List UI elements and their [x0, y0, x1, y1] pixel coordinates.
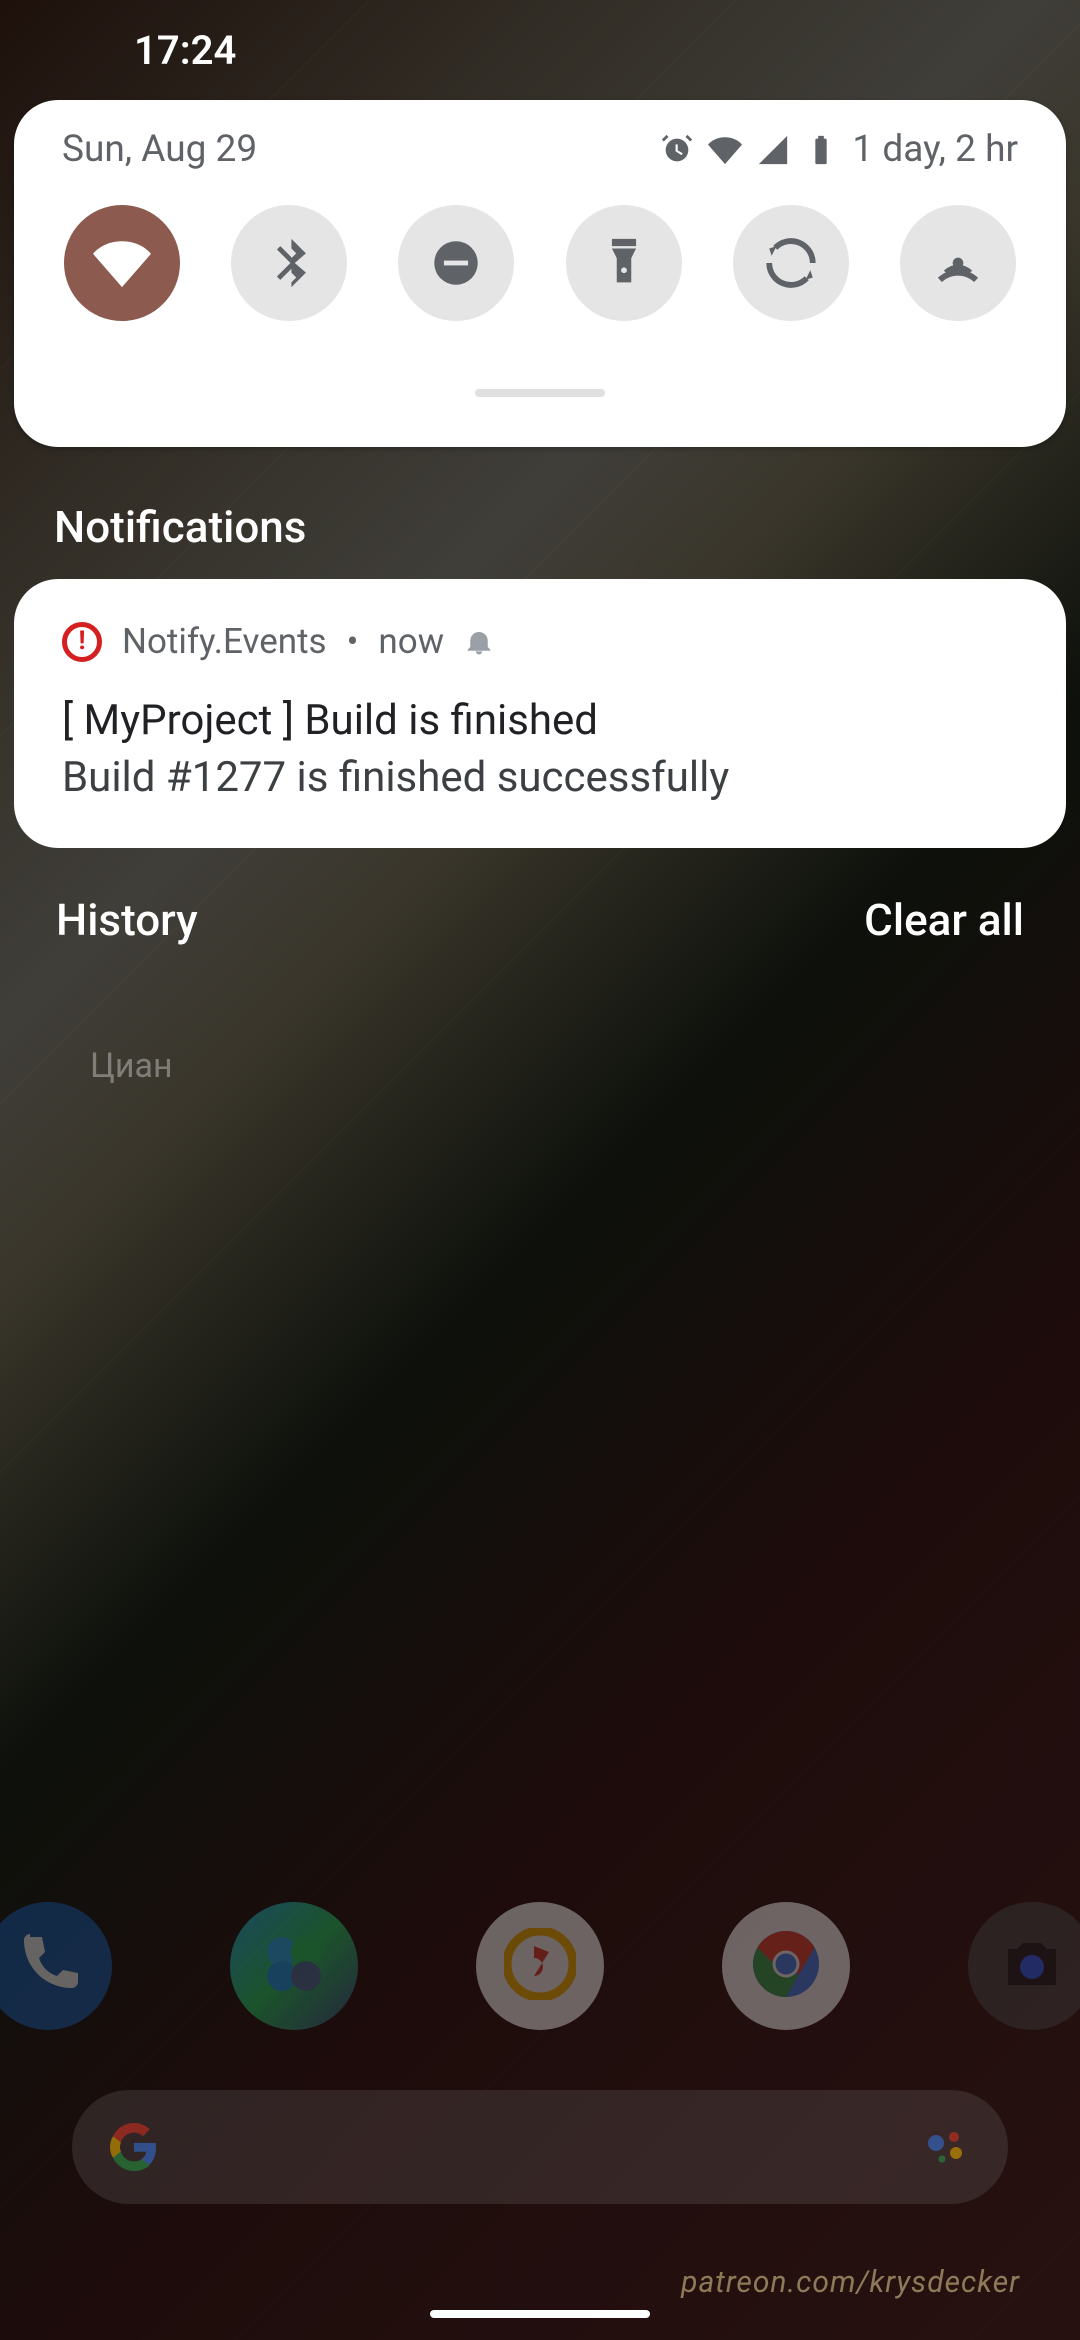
home-app-label: Циан [90, 1046, 173, 1086]
cell-signal-icon [756, 133, 790, 167]
qs-tile-dnd[interactable] [398, 205, 514, 321]
notifications-header: Notifications [0, 447, 1080, 579]
qs-drag-handle[interactable] [475, 389, 605, 397]
separator-dot: • [347, 621, 359, 662]
phone-icon [12, 1928, 84, 2004]
notification-title: [ MyProject ] Build is finished [62, 696, 1018, 745]
wifi-status-icon [708, 133, 742, 167]
camera-icon [996, 1928, 1068, 2004]
dock-camera[interactable] [968, 1902, 1080, 2030]
notification-app-name: Notify.Events [122, 621, 327, 662]
dock-chrome[interactable] [722, 1902, 850, 2030]
dnd-icon [427, 234, 485, 292]
qs-tile-row [54, 201, 1026, 321]
wallpaper-watermark: patreon.com/krysdecker [681, 2265, 1020, 2300]
bluetooth-icon [260, 234, 318, 292]
wifi-icon [93, 234, 151, 292]
clear-all-button[interactable]: Clear all [864, 894, 1024, 946]
battery-text: 1 day, 2 hr [852, 128, 1018, 171]
qs-header: Sun, Aug 29 1 day, 2 hr [54, 128, 1026, 201]
history-button[interactable]: History [56, 894, 198, 946]
google-search-bar[interactable] [72, 2090, 1008, 2204]
notification-card[interactable]: Notify.Events • now [ MyProject ] Build … [14, 579, 1066, 848]
qs-tile-wifi[interactable] [64, 205, 180, 321]
qs-status-icons: 1 day, 2 hr [660, 128, 1018, 171]
dock-phone[interactable] [0, 1902, 112, 2030]
notification-app-icon [62, 622, 102, 662]
music-icon [504, 1928, 576, 2004]
qs-tile-bluetooth[interactable] [231, 205, 347, 321]
dock-music[interactable] [476, 1902, 604, 2030]
battery-icon [804, 133, 838, 167]
flashlight-icon [595, 234, 653, 292]
google-logo-icon [110, 2123, 158, 2171]
quick-settings-panel[interactable]: Sun, Aug 29 1 day, 2 hr [14, 100, 1066, 447]
folder-icon [258, 1928, 330, 2004]
notification-time: now [378, 621, 444, 662]
autorotate-icon [762, 234, 820, 292]
watermark-text: patreon.com/krysdecker [681, 2265, 1020, 2300]
notification-body: Build #1277 is finished successfully [62, 753, 1018, 802]
status-time: 17:24 [134, 27, 236, 74]
hotspot-icon [929, 234, 987, 292]
qs-date: Sun, Aug 29 [62, 128, 257, 171]
gesture-nav-bar[interactable] [430, 2310, 650, 2318]
dock-social-folder[interactable] [230, 1902, 358, 2030]
qs-tile-autorotate[interactable] [733, 205, 849, 321]
qs-tile-flashlight[interactable] [566, 205, 682, 321]
notification-header: Notify.Events • now [62, 621, 1018, 662]
assistant-icon[interactable] [922, 2123, 970, 2171]
status-bar: 17:24 [0, 0, 1080, 100]
alerting-icon [464, 627, 494, 657]
qs-tile-hotspot[interactable] [900, 205, 1016, 321]
chrome-icon [750, 1928, 822, 2004]
dock [0, 1902, 1080, 2030]
alarm-icon [660, 133, 694, 167]
